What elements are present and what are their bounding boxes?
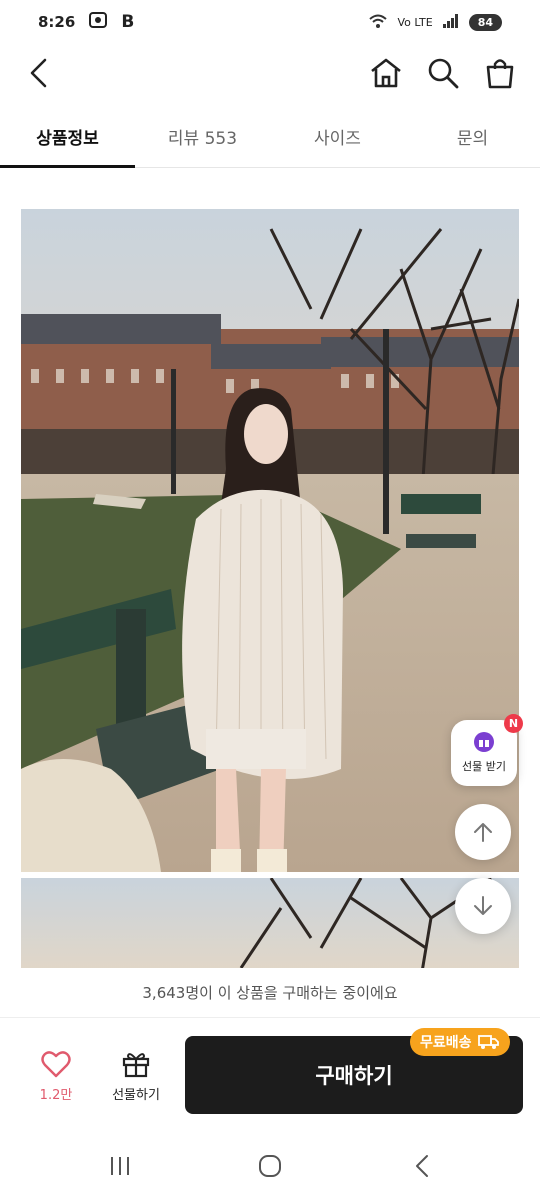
gift-icon	[122, 1053, 150, 1078]
gift-button[interactable]: 선물하기	[104, 1050, 168, 1103]
purchase-activity-banner: 3,643명이 이 상품을 구매하는 중이에요	[0, 968, 540, 1018]
like-button[interactable]: 1.2만	[24, 1050, 88, 1103]
back-icon[interactable]	[18, 52, 58, 94]
tab-inquiry[interactable]: 문의	[405, 106, 540, 167]
product-photo	[21, 209, 519, 872]
free-shipping-badge: 무료배송	[410, 1028, 510, 1056]
back-nav-icon[interactable]	[400, 1148, 444, 1184]
shopping-bag-icon[interactable]	[478, 52, 522, 94]
status-bar: 8:26 B Vo LTE 84	[0, 0, 540, 44]
home-icon[interactable]	[364, 52, 408, 94]
wifi-icon	[368, 13, 388, 32]
product-photo-next	[21, 878, 519, 968]
scroll-bottom-button[interactable]	[455, 878, 511, 934]
product-detail-content: 선물 받기 N	[0, 168, 540, 968]
gift-badge-icon	[474, 732, 494, 752]
screen-capture-icon	[89, 12, 108, 32]
heart-icon	[41, 1051, 71, 1078]
signal-icon	[442, 13, 459, 31]
tab-reviews[interactable]: 리뷰 553	[135, 106, 270, 167]
product-tabs: 상품정보 리뷰 553 사이즈 문의	[0, 106, 540, 168]
arrow-up-icon	[474, 823, 492, 842]
new-badge: N	[504, 714, 523, 733]
status-right: Vo LTE 84	[368, 13, 502, 32]
app-logo-icon: B	[121, 12, 135, 32]
battery-indicator: 84	[468, 13, 502, 31]
search-icon[interactable]	[421, 52, 465, 94]
like-count: 1.2만	[39, 1088, 73, 1103]
home-nav-icon[interactable]	[248, 1148, 292, 1184]
tab-product-info[interactable]: 상품정보	[0, 106, 135, 168]
receive-gift-label: 선물 받기	[462, 760, 506, 773]
status-time: 8:26	[38, 13, 76, 31]
tab-size[interactable]: 사이즈	[270, 106, 405, 167]
gift-label: 선물하기	[112, 1088, 160, 1103]
status-left: 8:26 B	[38, 12, 134, 32]
arrow-down-icon	[474, 896, 492, 915]
truck-icon	[477, 1035, 499, 1049]
scroll-top-button[interactable]	[455, 804, 511, 860]
app-bar	[0, 44, 540, 102]
recent-apps-icon[interactable]	[98, 1148, 142, 1184]
free-shipping-label: 무료배송	[420, 1035, 472, 1051]
network-label: Vo LTE	[397, 15, 433, 29]
system-navigation-bar	[0, 1134, 540, 1200]
receive-gift-button[interactable]: 선물 받기 N	[451, 714, 523, 786]
